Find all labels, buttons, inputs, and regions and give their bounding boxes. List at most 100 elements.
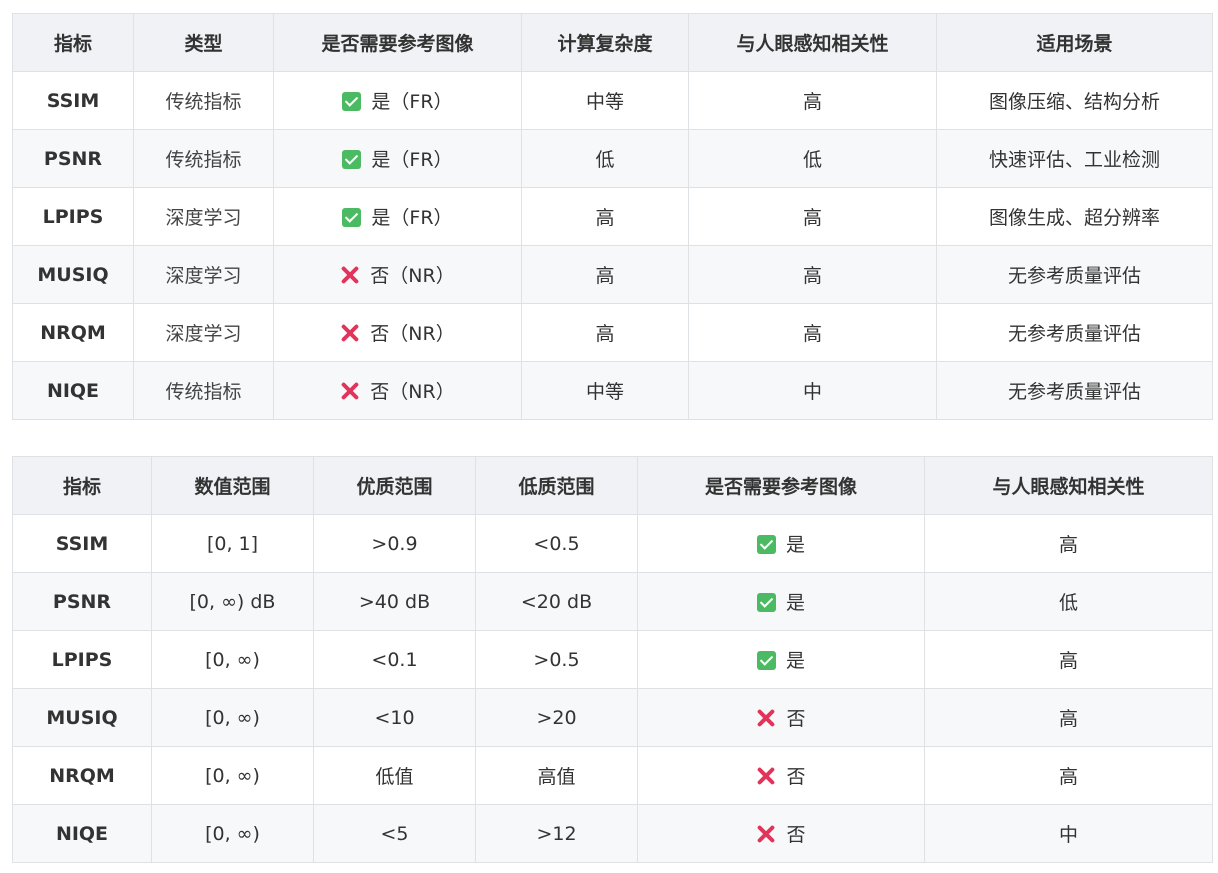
table-row: PSNR [0, ∞) dB >40 dB <20 dB 是 低 [12, 572, 1213, 631]
reference-label: 是 [785, 592, 805, 614]
poor-range: >20 [475, 688, 638, 747]
metric-name: NIQE [12, 804, 152, 863]
correlation: 低 [924, 572, 1213, 631]
reference-label: 是 [785, 534, 805, 556]
correlation: 高 [688, 303, 937, 362]
header-reference: 是否需要参考图像 [637, 456, 925, 515]
cross-icon [340, 381, 360, 401]
table-row: MUSIQ 深度学习 否（NR）高高无参考质量评估 [12, 245, 1213, 304]
correlation: 中 [924, 804, 1213, 863]
correlation: 高 [924, 688, 1213, 747]
header-correlation: 与人眼感知相关性 [688, 13, 937, 72]
metric-name: SSIM [12, 514, 152, 573]
reference-label: 否 [786, 766, 806, 788]
check-icon [756, 593, 776, 612]
metric-type: 传统指标 [133, 129, 274, 188]
reference-label: 是（FR） [371, 149, 453, 171]
reference-label: 是（FR） [371, 91, 453, 113]
reference-cell: 否 [637, 804, 925, 863]
metric-name: SSIM [12, 71, 134, 130]
reference-cell: 是 [637, 514, 925, 573]
poor-range: <20 dB [475, 572, 638, 631]
reference-cell: 是（FR） [273, 129, 522, 188]
reference-cell: 否 [637, 746, 925, 805]
table-row: SSIM [0, 1] >0.9 <0.5 是 高 [12, 514, 1213, 573]
check-icon [342, 150, 362, 169]
table-header-row: 指标 数值范围 优质范围 低质范围 是否需要参考图像 与人眼感知相关性 [12, 456, 1213, 515]
reference-label: 是（FR） [371, 207, 453, 229]
table-row: LPIPS 深度学习 是（FR）高高图像生成、超分辨率 [12, 187, 1213, 246]
reference-label: 否 [786, 708, 806, 730]
cross-icon [340, 323, 360, 343]
reference-label: 否（NR） [370, 265, 455, 287]
scenario: 快速评估、工业检测 [936, 129, 1213, 188]
reference-cell: 否（NR） [273, 303, 522, 362]
complexity: 中等 [521, 71, 689, 130]
header-scenario: 适用场景 [936, 13, 1213, 72]
check-icon [756, 535, 776, 554]
cross-icon [756, 708, 776, 728]
scenario: 无参考质量评估 [936, 245, 1213, 304]
complexity: 中等 [521, 361, 689, 420]
cross-icon [756, 824, 776, 844]
correlation: 高 [924, 630, 1213, 689]
metric-name: PSNR [12, 572, 152, 631]
header-value-range: 数值范围 [151, 456, 314, 515]
reference-cell: 是（FR） [273, 187, 522, 246]
complexity: 高 [521, 187, 689, 246]
value-range: [0, ∞) [151, 630, 314, 689]
reference-cell: 否 [637, 688, 925, 747]
reference-cell: 是 [637, 572, 925, 631]
scenario: 图像压缩、结构分析 [936, 71, 1213, 130]
reference-cell: 是 [637, 630, 925, 689]
metric-name: LPIPS [12, 630, 152, 689]
complexity: 低 [521, 129, 689, 188]
good-range: <5 [313, 804, 476, 863]
metrics-comparison-table: 指标 类型 是否需要参考图像 计算复杂度 与人眼感知相关性 适用场景 SSIM 传… [12, 13, 1213, 420]
reference-label: 是 [785, 650, 805, 672]
good-range: >40 dB [313, 572, 476, 631]
header-good-range: 优质范围 [313, 456, 476, 515]
header-metric: 指标 [12, 13, 134, 72]
metric-name: NRQM [12, 746, 152, 805]
scenario: 无参考质量评估 [936, 303, 1213, 362]
poor-range: >0.5 [475, 630, 638, 689]
poor-range: <0.5 [475, 514, 638, 573]
metric-type: 深度学习 [133, 245, 274, 304]
metric-type: 传统指标 [133, 361, 274, 420]
table-row: LPIPS [0, ∞) <0.1 >0.5 是 高 [12, 630, 1213, 689]
metric-name: NIQE [12, 361, 134, 420]
correlation: 中 [688, 361, 937, 420]
header-metric: 指标 [12, 456, 152, 515]
poor-range: >12 [475, 804, 638, 863]
metrics-range-table: 指标 数值范围 优质范围 低质范围 是否需要参考图像 与人眼感知相关性 SSIM… [12, 456, 1213, 863]
value-range: [0, ∞) [151, 688, 314, 747]
good-range: 低值 [313, 746, 476, 805]
table-row: PSNR 传统指标 是（FR）低低快速评估、工业检测 [12, 129, 1213, 188]
header-reference: 是否需要参考图像 [273, 13, 522, 72]
scenario: 无参考质量评估 [936, 361, 1213, 420]
table-row: MUSIQ [0, ∞) <10 >20 否 高 [12, 688, 1213, 747]
good-range: <10 [313, 688, 476, 747]
correlation: 高 [688, 245, 937, 304]
reference-cell: 否（NR） [273, 245, 522, 304]
poor-range: 高值 [475, 746, 638, 805]
table-row: SSIM 传统指标 是（FR） 中等高图像压缩、结构分析 [12, 71, 1213, 130]
metric-name: PSNR [12, 129, 134, 188]
metric-type: 传统指标 [133, 71, 274, 130]
header-type: 类型 [133, 13, 274, 72]
reference-label: 否 [786, 824, 806, 846]
table-row: NIQE 传统指标 否（NR） 中等中无参考质量评估 [12, 361, 1213, 420]
header-complexity: 计算复杂度 [521, 13, 689, 72]
table-row: NRQM 深度学习 否（NR）高高无参考质量评估 [12, 303, 1213, 362]
value-range: [0, ∞) [151, 746, 314, 805]
correlation: 高 [924, 746, 1213, 805]
correlation: 高 [688, 187, 937, 246]
check-icon [342, 208, 362, 227]
reference-label: 否（NR） [370, 323, 455, 345]
scenario: 图像生成、超分辨率 [936, 187, 1213, 246]
header-poor-range: 低质范围 [475, 456, 638, 515]
table-row: NRQM [0, ∞) 低值 高值 否 高 [12, 746, 1213, 805]
correlation: 高 [688, 71, 937, 130]
metric-type: 深度学习 [133, 303, 274, 362]
